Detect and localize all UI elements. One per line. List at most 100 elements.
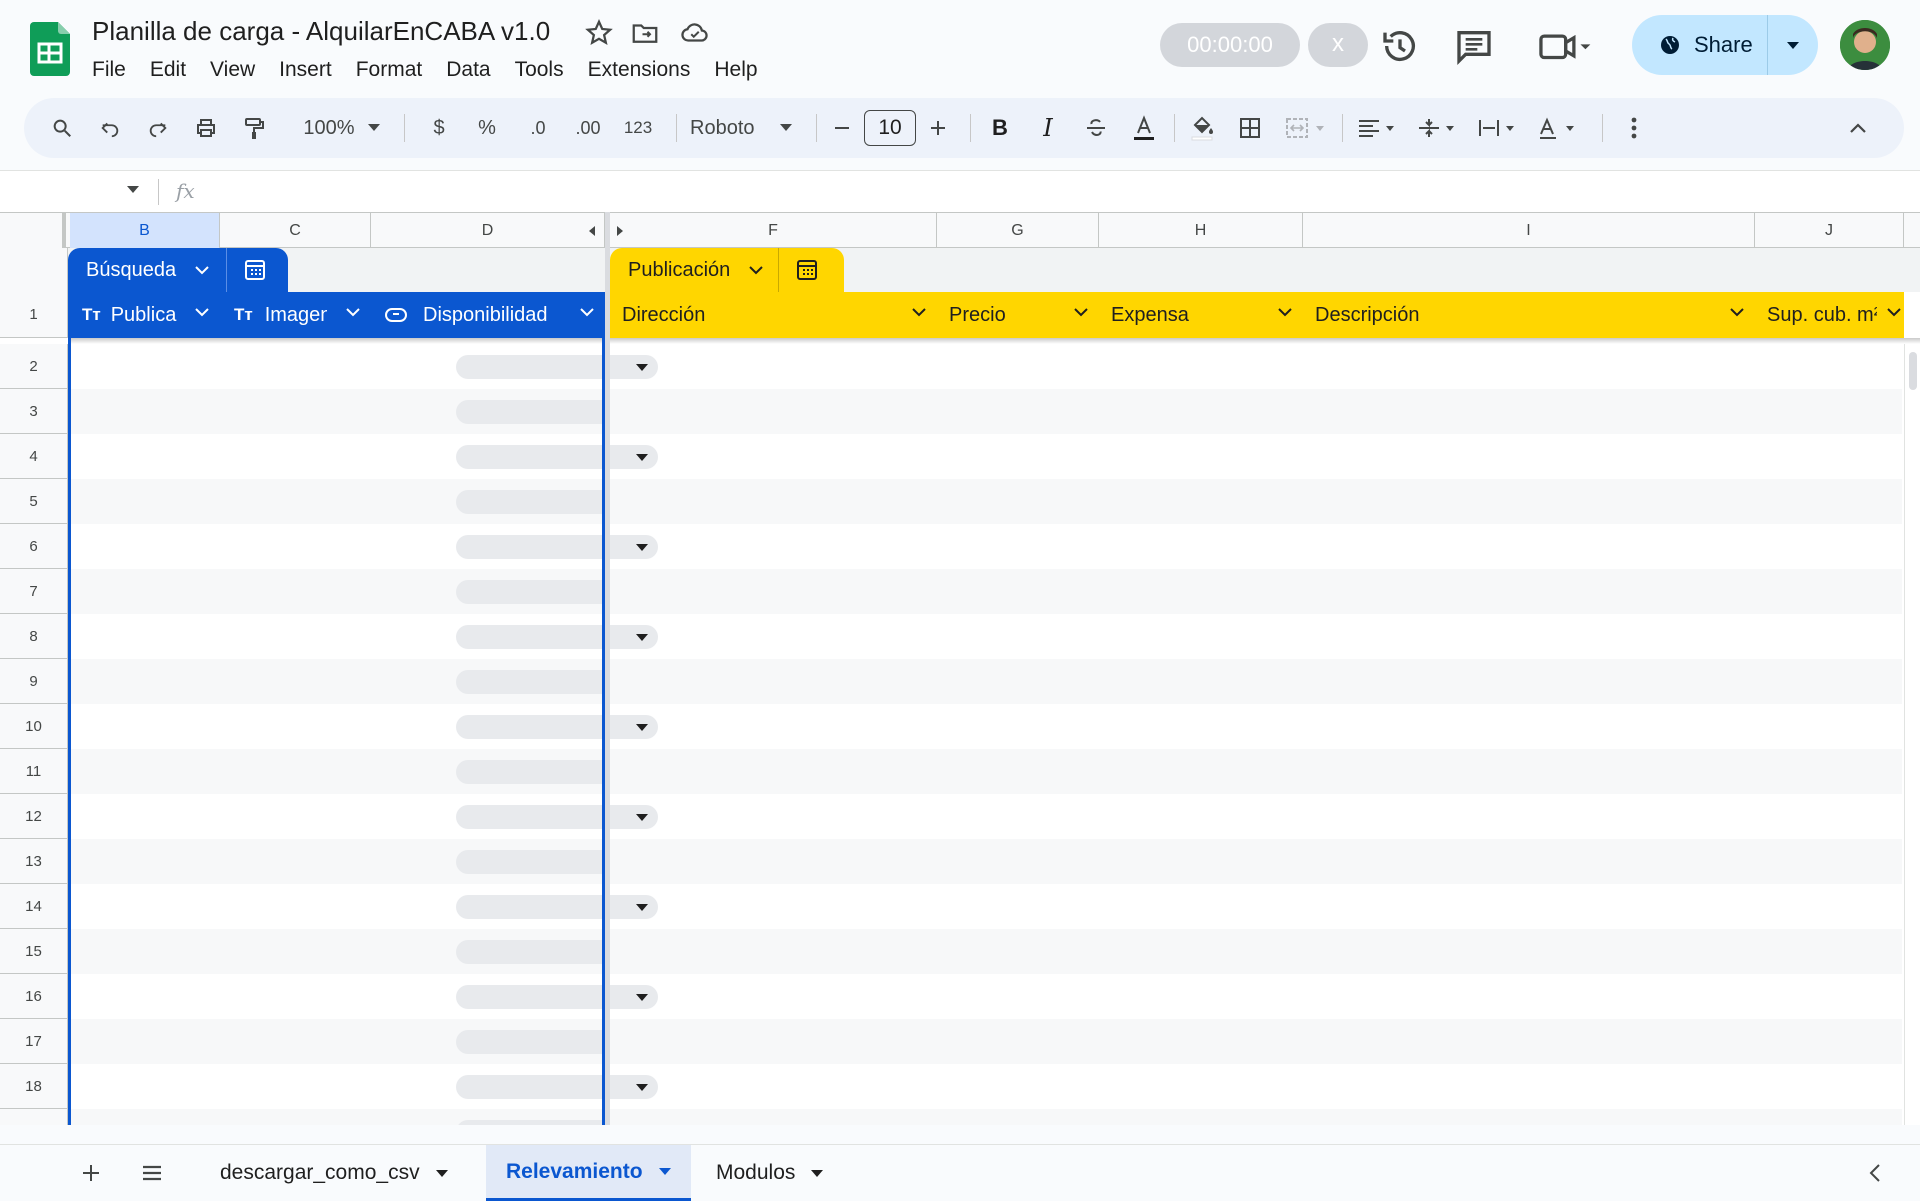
menu-help[interactable]: Help bbox=[702, 56, 769, 86]
row-header[interactable]: 8 bbox=[0, 614, 68, 659]
print-button[interactable] bbox=[186, 98, 226, 158]
menu-tools[interactable]: Tools bbox=[503, 56, 576, 86]
publicacion-row-cells[interactable] bbox=[610, 659, 1902, 704]
vertical-scrollbar[interactable] bbox=[1904, 344, 1920, 1125]
busqueda-row-cells[interactable] bbox=[70, 344, 658, 389]
redo-button[interactable] bbox=[138, 98, 178, 158]
row-header[interactable]: 13 bbox=[0, 839, 68, 884]
meet-icon[interactable] bbox=[1536, 26, 1592, 66]
publicacion-row-cells[interactable] bbox=[610, 524, 1902, 569]
chevron-down-icon[interactable] bbox=[194, 265, 210, 275]
sheet-tab-descargar[interactable]: descargar_como_csv bbox=[200, 1145, 468, 1201]
row-header[interactable]: 14 bbox=[0, 884, 68, 929]
header-cell-publica[interactable]: Tт Publica bbox=[70, 292, 220, 338]
chevron-down-icon[interactable] bbox=[1886, 307, 1902, 317]
italic-button[interactable]: I bbox=[1028, 98, 1068, 158]
font-dropdown[interactable] bbox=[776, 98, 796, 158]
bold-button[interactable]: B bbox=[980, 98, 1020, 158]
sheet-tab-relevamiento[interactable]: Relevamiento bbox=[486, 1145, 691, 1201]
text-wrapping-button[interactable] bbox=[1470, 98, 1526, 158]
chevron-down-icon[interactable] bbox=[1729, 307, 1745, 317]
expand-hidden-column-icon[interactable] bbox=[588, 226, 596, 236]
busqueda-row-cells[interactable] bbox=[70, 929, 658, 974]
undo-button[interactable] bbox=[90, 98, 130, 158]
all-sheets-icon[interactable] bbox=[140, 1162, 164, 1184]
column-header-g[interactable]: G bbox=[937, 213, 1099, 248]
header-cell-sup-cub[interactable]: Sup. cub. m² bbox=[1755, 292, 1904, 338]
busqueda-row-cells[interactable] bbox=[70, 524, 658, 569]
busqueda-row-cells[interactable] bbox=[70, 1019, 658, 1064]
star-icon[interactable] bbox=[584, 18, 614, 48]
busqueda-row-cells[interactable] bbox=[70, 704, 658, 749]
busqueda-row-cells[interactable] bbox=[70, 1109, 658, 1125]
row-header[interactable]: 6 bbox=[0, 524, 68, 569]
sheet-tab-modulos[interactable]: Modulos bbox=[696, 1145, 843, 1201]
publicacion-row-cells[interactable] bbox=[610, 749, 1902, 794]
column-header-h[interactable]: H bbox=[1099, 213, 1303, 248]
menu-format[interactable]: Format bbox=[344, 56, 435, 86]
busqueda-row-cells[interactable] bbox=[70, 659, 658, 704]
busqueda-row-cells[interactable] bbox=[70, 569, 658, 614]
header-cell-descripcion[interactable]: Descripción bbox=[1303, 292, 1755, 338]
horizontal-align-button[interactable] bbox=[1350, 98, 1406, 158]
increase-font-size-button[interactable] bbox=[920, 98, 956, 158]
row-header[interactable]: 3 bbox=[0, 389, 68, 434]
collapse-sidebar-icon[interactable] bbox=[1868, 1163, 1882, 1183]
text-rotation-button[interactable] bbox=[1530, 98, 1586, 158]
fill-color-button[interactable] bbox=[1182, 98, 1222, 158]
collapse-menus-button[interactable] bbox=[1838, 98, 1878, 158]
header-cell-disponibilidad[interactable]: Disponibilidad bbox=[371, 292, 605, 338]
timer-display[interactable]: 00:00:00 bbox=[1160, 23, 1300, 67]
paint-format-button[interactable] bbox=[234, 98, 274, 158]
percent-format-button[interactable]: % bbox=[470, 98, 504, 158]
currency-format-button[interactable]: $ bbox=[422, 98, 456, 158]
borders-button[interactable] bbox=[1230, 98, 1270, 158]
column-header-d[interactable]: D bbox=[371, 213, 605, 248]
row-header[interactable]: 18 bbox=[0, 1064, 68, 1109]
move-folder-icon[interactable] bbox=[630, 18, 660, 48]
history-icon[interactable] bbox=[1380, 26, 1420, 66]
publicacion-row-cells[interactable] bbox=[610, 929, 1902, 974]
chevron-down-icon[interactable] bbox=[1277, 307, 1293, 317]
busqueda-row-cells[interactable] bbox=[70, 974, 658, 1019]
busqueda-row-cells[interactable] bbox=[70, 794, 658, 839]
share-button[interactable]: Share bbox=[1632, 15, 1818, 75]
chevron-down-icon[interactable] bbox=[911, 307, 927, 317]
publicacion-row-cells[interactable] bbox=[610, 479, 1902, 524]
select-all-corner[interactable] bbox=[0, 213, 66, 248]
search-menus-button[interactable] bbox=[42, 98, 82, 158]
chevron-down-icon[interactable] bbox=[579, 307, 595, 317]
publicacion-row-cells[interactable] bbox=[610, 1109, 1902, 1125]
chevron-down-icon[interactable] bbox=[194, 307, 210, 317]
cloud-saved-icon[interactable] bbox=[680, 18, 710, 48]
row-header-1[interactable]: 1 bbox=[0, 292, 68, 338]
strikethrough-button[interactable] bbox=[1076, 98, 1116, 158]
publicacion-row-cells[interactable] bbox=[610, 704, 1902, 749]
publicacion-row-cells[interactable] bbox=[610, 794, 1902, 839]
chevron-down-icon[interactable] bbox=[1073, 307, 1089, 317]
publicacion-row-cells[interactable] bbox=[610, 839, 1902, 884]
table-tab-publicacion[interactable]: Publicación bbox=[610, 248, 844, 292]
busqueda-row-cells[interactable] bbox=[70, 434, 658, 479]
menu-edit[interactable]: Edit bbox=[138, 56, 198, 86]
column-header-j[interactable]: J bbox=[1755, 213, 1904, 248]
row-header[interactable]: 17 bbox=[0, 1019, 68, 1064]
add-sheet-icon[interactable] bbox=[80, 1162, 102, 1184]
zoom-select[interactable]: 100% bbox=[292, 98, 366, 158]
share-main-button[interactable]: Share bbox=[1632, 15, 1768, 75]
row-header[interactable]: 12 bbox=[0, 794, 68, 839]
merge-cells-button[interactable] bbox=[1278, 98, 1334, 158]
publicacion-row-cells[interactable] bbox=[610, 389, 1902, 434]
row-header[interactable]: 10 bbox=[0, 704, 68, 749]
decrease-font-size-button[interactable] bbox=[824, 98, 860, 158]
sheets-logo-icon[interactable] bbox=[30, 22, 70, 76]
share-dropdown[interactable] bbox=[1768, 15, 1818, 75]
font-size-input[interactable]: 10 bbox=[864, 110, 916, 146]
document-title[interactable]: Planilla de carga - AlquilarEnCABA v1.0 bbox=[92, 16, 550, 47]
busqueda-row-cells[interactable] bbox=[70, 839, 658, 884]
row-header[interactable]: 7 bbox=[0, 569, 68, 614]
publicacion-row-cells[interactable] bbox=[610, 569, 1902, 614]
header-cell-expensa[interactable]: Expensa bbox=[1099, 292, 1303, 338]
busqueda-row-cells[interactable] bbox=[70, 749, 658, 794]
busqueda-row-cells[interactable] bbox=[70, 884, 658, 929]
